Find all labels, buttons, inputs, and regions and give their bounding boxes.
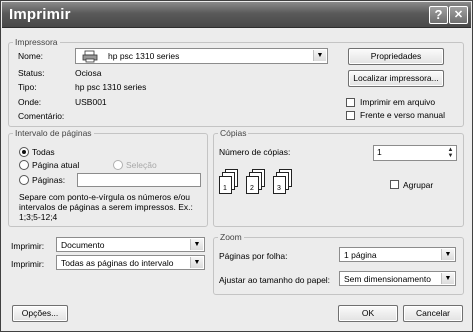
copies-group-label: Cópias [218,128,249,138]
scale-value: Sem dimensionamento [344,274,431,284]
ok-button[interactable]: OK [338,305,398,322]
print-to-file-label: Imprimir em arquivo [360,97,436,107]
page-range-group-label: Intervalo de páginas [13,128,94,138]
type-value: hp psc 1310 series [75,82,147,92]
collate-page-stack-3: 3 [273,169,293,195]
print-pages-value: Todas as páginas do intervalo [61,258,174,268]
print-to-file-checkbox[interactable] [346,98,355,107]
chevron-down-icon: ▼ [441,273,454,284]
options-button[interactable]: Opções... [12,305,68,322]
printer-name-select[interactable]: hp psc 1310 series ▼ [75,48,328,64]
printer-icon [82,50,98,65]
where-value: USB001 [75,97,107,107]
type-label: Tipo: [18,82,37,92]
title-bar: Imprimir ? ✕ [2,2,471,28]
page-icon: 2 [246,176,259,194]
spin-down-icon[interactable]: ▼ [445,153,456,159]
range-hint-line-3: 1;3;5-12;4 [19,212,58,222]
collate-page-stack-1: 1 [219,169,239,195]
chevron-down-icon: ▼ [441,249,454,260]
print-pages-select[interactable]: Todas as páginas do intervalo ▼ [56,255,205,270]
chevron-down-icon: ▼ [190,257,203,268]
printer-group-label: Impressora [13,37,60,47]
print-what-select[interactable]: Documento ▼ [56,237,205,252]
properties-button[interactable]: Propriedades [348,48,444,65]
page-icon: 3 [273,176,286,194]
range-selection-label: Seleção [126,160,157,170]
collate-page-stack-2: 2 [246,169,266,195]
printer-name-label: Nome: [18,51,44,61]
collate-checkbox[interactable] [390,180,399,189]
duplex-label: Frente e verso manual [360,110,446,120]
range-hint-line-1: Separe com ponto-e-vírgula os números e/… [19,192,191,202]
copies-count-label: Número de cópias: [219,147,291,157]
print-what-value: Documento [61,240,105,250]
scale-label: Ajustar ao tamanho do papel: [219,275,331,285]
range-all-label: Todas [32,147,55,157]
pages-per-sheet-select[interactable]: 1 página ▼ [339,247,456,262]
range-current-label: Página atual [32,160,80,170]
pages-per-sheet-label: Páginas por folha: [219,251,288,261]
print-pages-label: Imprimir: [11,259,45,269]
find-printer-button[interactable]: Localizar impressora... [348,70,444,87]
chevron-down-icon: ▼ [313,50,326,61]
status-label: Status: [18,68,45,78]
range-hint-line-2: intervalos de páginas a serem impressos.… [19,202,193,212]
status-value: Ociosa [75,68,102,78]
zoom-group-label: Zoom [218,232,244,242]
range-current-radio[interactable] [19,160,29,170]
scale-select[interactable]: Sem dimensionamento ▼ [339,271,456,286]
copies-count-input[interactable]: 1 ▲ ▼ [373,145,457,161]
range-pages-radio[interactable] [19,175,29,185]
chevron-down-icon: ▼ [190,239,203,250]
range-selection-radio[interactable] [113,160,123,170]
print-what-label: Imprimir: [11,241,45,251]
help-icon[interactable]: ? [429,6,448,24]
dialog-title: Imprimir [9,6,71,23]
close-icon[interactable]: ✕ [449,6,468,24]
zoom-group [213,237,464,295]
pages-per-sheet-value: 1 página [344,250,377,260]
pages-input[interactable] [77,173,201,187]
page-icon: 1 [219,176,232,194]
print-dialog: Imprimir ? ✕ Impressora Nome: hp psc 131… [0,0,473,332]
cancel-button[interactable]: Cancelar [403,305,463,322]
copies-count-value: 1 [377,147,382,157]
range-all-radio[interactable] [19,147,29,157]
collate-label: Agrupar [403,180,434,190]
duplex-checkbox[interactable] [346,111,355,120]
range-pages-label: Páginas: [32,175,66,185]
comment-label: Comentário: [18,111,65,121]
where-label: Onde: [18,97,42,107]
printer-name-value: hp psc 1310 series [108,51,180,61]
